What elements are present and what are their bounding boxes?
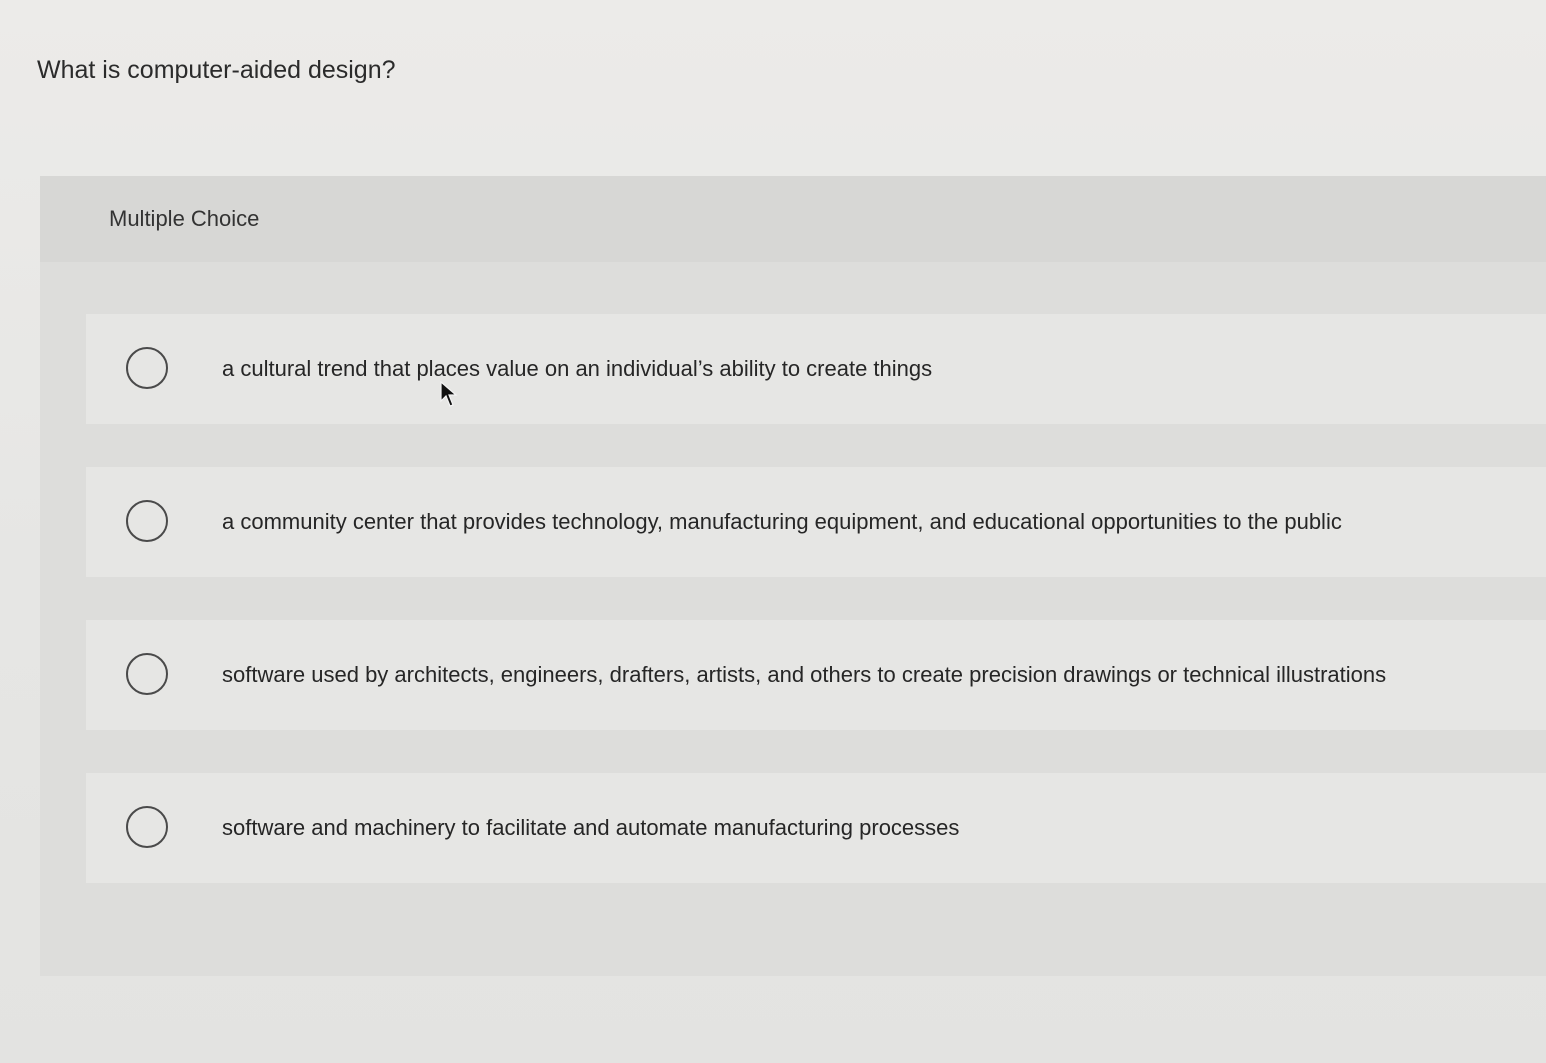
answer-option-1[interactable]: a cultural trend that places value on an… [86,314,1546,424]
answer-option-text: software and machinery to facilitate and… [222,815,960,840]
quiz-page: What is computer-aided design? Multiple … [0,0,1546,1063]
answer-option-4[interactable]: software and machinery to facilitate and… [86,773,1546,883]
answer-option-text: software used by architects, engineers, … [222,662,1387,687]
mouse-pointer-icon [440,381,458,407]
radio-button-icon[interactable] [126,347,168,389]
multiple-choice-header: Multiple Choice [40,176,1546,262]
multiple-choice-label: Multiple Choice [109,206,260,231]
radio-button-icon[interactable] [126,500,168,542]
answer-option-text: a community center that provides technol… [222,509,1342,534]
multiple-choice-panel: Multiple Choice a cultural trend that pl… [40,176,1546,976]
radio-button-icon[interactable] [126,653,168,695]
question-text: What is computer-aided design? [37,56,396,84]
radio-button-icon[interactable] [126,806,168,848]
answer-option-text: a cultural trend that places value on an… [222,356,933,381]
answer-option-2[interactable]: a community center that provides technol… [86,467,1546,577]
answer-option-3[interactable]: software used by architects, engineers, … [86,620,1546,730]
answer-options: a cultural trend that places value on an… [86,314,1546,926]
